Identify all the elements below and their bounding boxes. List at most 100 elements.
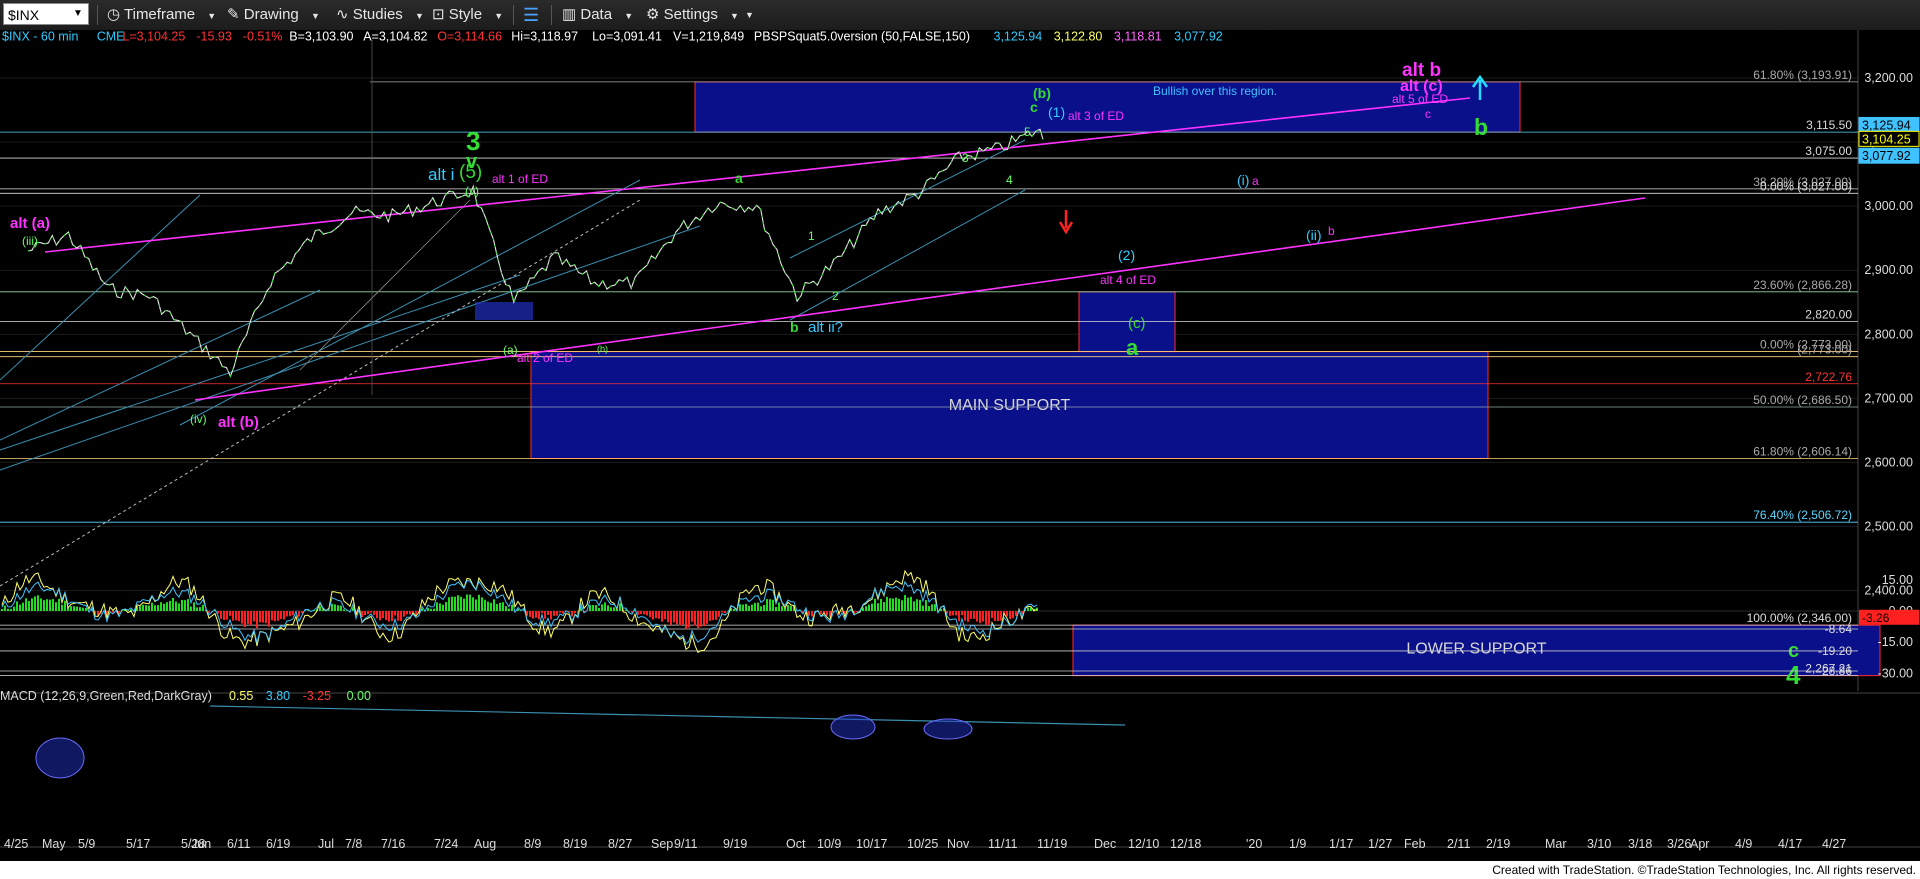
header-value: 3,125.94 <box>994 30 1043 43</box>
wave-label: alt 2 of ED <box>517 351 573 365</box>
toolbar-divider <box>513 5 514 25</box>
wave-label: 5 <box>1024 125 1031 139</box>
x-tick-label: 4/17 <box>1778 837 1802 851</box>
data-menu[interactable]: ▥ Data ▼ <box>562 0 633 30</box>
chevron-down-icon: ▼ <box>414 11 424 21</box>
macd-level-label: -8.64 <box>1825 622 1853 636</box>
macd-title: MACD (12,26,9,Green,Red,DarkGray) <box>0 689 212 703</box>
wave-label: (2) <box>1118 247 1135 263</box>
chevron-down-icon: ▼ <box>310 11 320 21</box>
x-tick-label: Feb <box>1404 837 1426 851</box>
wave-label: 4 <box>1006 173 1013 187</box>
wave-label: alt 1 of ED <box>492 172 548 186</box>
x-tick-label: Jun <box>191 837 211 851</box>
macd-level-label: -28.86 <box>1818 664 1852 678</box>
zone-label: Bullish over this region. <box>1153 84 1277 98</box>
drawing-label: Drawing <box>243 6 299 23</box>
drawing-menu[interactable]: ✎ Drawing ▼ <box>227 0 320 30</box>
studies-menu[interactable]: ∿ Studies ▼ <box>336 0 424 30</box>
y-tick-label: 3,000.00 <box>1864 199 1913 213</box>
x-tick-label: Aug <box>474 837 496 851</box>
x-tick-label: May <box>42 837 66 851</box>
fib-level-label: 50.00% (2,686.50) <box>1753 393 1852 407</box>
wave-label: b <box>1474 114 1488 140</box>
macd-legend-value: 0.00 <box>347 689 371 703</box>
zone-label: LOWER SUPPORT <box>1406 640 1546 657</box>
y-tick-label: 2,700.00 <box>1864 391 1913 405</box>
y-tick-label: 2,900.00 <box>1864 263 1913 277</box>
x-tick-label: 8/19 <box>563 837 587 851</box>
data-icon: ▥ <box>562 6 577 23</box>
price-marker-label: 3,125.94 <box>1862 118 1911 132</box>
x-tick-label: 4/25 <box>4 837 28 851</box>
header-value: -0.51% <box>243 30 283 43</box>
x-tick-label: 3/26 <box>1667 837 1691 851</box>
wave-label: 1 <box>808 229 815 243</box>
chevron-down-icon: ▼ <box>730 11 739 21</box>
macd-tick-label: 15.00 <box>1882 573 1913 587</box>
wave-label: (5) <box>459 162 482 183</box>
header-value: 3,077.92 <box>1174 30 1223 43</box>
fib-level-label: 61.80% (2,606.14) <box>1753 444 1852 458</box>
header-value: Hi=3,118.97 <box>511 30 578 43</box>
macd-highlight <box>35 737 85 779</box>
macd-level-label: -19.20 <box>1818 644 1852 658</box>
x-tick-label: 2/11 <box>1447 837 1470 851</box>
wave-label: a <box>1252 174 1259 188</box>
wave-label: 4 <box>1786 660 1801 690</box>
timeframe-label: Timeframe <box>124 6 196 23</box>
small-zone <box>475 302 533 320</box>
y-tick-label: 3,200.00 <box>1864 71 1913 85</box>
header-value: CME <box>97 30 125 43</box>
x-tick-label: Oct <box>786 837 806 851</box>
data-label: Data <box>580 6 613 23</box>
x-tick-label: 9/11 <box>674 837 697 851</box>
clock-icon: ◷ <box>107 6 121 23</box>
x-tick-label: Sep <box>651 837 673 851</box>
price-chart[interactable]: $INX - 60 min CMEL=3,104.25 -15.93 -0.51% B=… <box>0 30 1920 861</box>
chart-style-icon: ⊡ <box>432 6 445 23</box>
y-tick-label: 2,800.00 <box>1864 327 1913 341</box>
header-value: A=3,104.82 <box>363 30 427 43</box>
x-tick-label: 9/19 <box>723 837 747 851</box>
wave-label: alt (b) <box>218 414 259 431</box>
style-menu[interactable]: ⊡ Style ▼ <box>432 0 503 30</box>
timeframe-menu[interactable]: ◷ Timeframe ▼ <box>107 0 216 30</box>
wave-label: (1) <box>1048 104 1065 120</box>
header-value: PBSPSquat5.0version (50,FALSE,150) <box>754 30 970 43</box>
copyright-text: Created with TradeStation. ©TradeStation… <box>1492 863 1916 877</box>
x-tick-label: 4/9 <box>1735 837 1752 851</box>
x-tick-label: 7/16 <box>381 837 405 851</box>
support-zone <box>694 81 1521 133</box>
x-tick-label: 6/11 <box>227 837 250 851</box>
wave-label: a <box>735 170 743 186</box>
macd-legend-value: 0.55 <box>229 689 253 703</box>
layout-icon[interactable]: ☰ <box>523 0 539 30</box>
wave-label: (iii) <box>22 234 38 248</box>
header-value: V=1,219,849 <box>673 30 744 43</box>
x-tick-label: 5/17 <box>126 837 150 851</box>
macd-legend-value: 3.80 <box>266 689 290 703</box>
price-marker-label: 3,104.25 <box>1862 132 1911 146</box>
fib-level-label: 23.60% (2,866.28) <box>1753 278 1852 292</box>
wave-label: 2 <box>832 289 839 303</box>
settings-menu[interactable]: ⚙ Settings ▼ <box>646 0 739 30</box>
toolbar-divider <box>97 5 98 25</box>
wave-label: alt 4 of ED <box>1100 273 1156 287</box>
symbol-dropdown-icon[interactable]: ▼ <box>73 3 83 25</box>
fib-level-label: 3,075.00 <box>1805 144 1852 158</box>
x-tick-label: '20 <box>1246 837 1262 851</box>
x-tick-label: 12/10 <box>1128 837 1159 851</box>
wave-label: (c) <box>1128 315 1146 332</box>
macd-highlight <box>923 718 973 740</box>
wave-label: c <box>1030 99 1038 115</box>
settings-label: Settings <box>663 6 718 23</box>
x-tick-label: 7/24 <box>434 837 458 851</box>
header-value: 3,118.81 <box>1114 30 1162 43</box>
gear-icon: ⚙ <box>646 6 660 23</box>
toolbar-overflow-icon[interactable]: ▼ <box>745 0 754 30</box>
x-tick-label: Dec <box>1094 837 1116 851</box>
wave-label: (ii) <box>1306 227 1322 243</box>
chevron-down-icon: ▼ <box>207 11 217 21</box>
x-tick-label: 11/11 <box>988 837 1017 851</box>
